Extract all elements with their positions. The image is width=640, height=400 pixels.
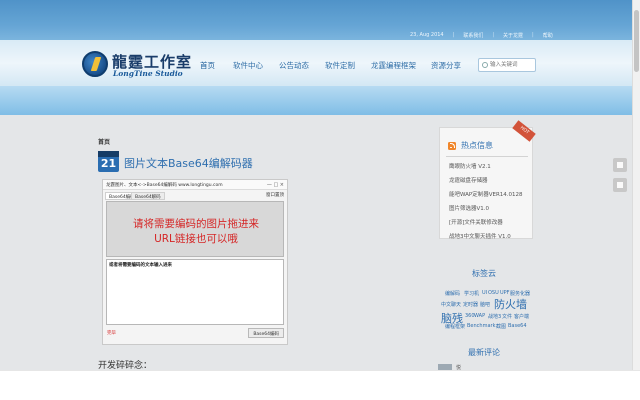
hot-item[interactable]: 龙霆磁盘存储器 (449, 176, 488, 184)
topbar-link-contact[interactable]: 联系我们 (463, 32, 483, 39)
tag-link[interactable]: 定时器 (463, 301, 478, 308)
logo-name-en: LongTine Studio (113, 69, 183, 78)
topbar-date: 23, Aug 2014 (410, 32, 444, 38)
search-icon[interactable] (482, 62, 488, 68)
search-input[interactable] (490, 60, 534, 70)
topbar-link-about[interactable]: 关于龙霆 (503, 32, 523, 39)
hot-ribbon-badge: HOT (512, 120, 536, 142)
tag-link[interactable]: Benchmark (467, 323, 495, 329)
search-box (478, 58, 536, 72)
nav-item-software-center[interactable]: 软件中心 (233, 60, 263, 71)
app-drop-text-line2: URL链接也可以哦 (154, 233, 238, 245)
hot-info-panel: HOT 热点信息 鹰眼防火墙 V2.1 龙霆磁盘存储器 能吧WAP定制器VER1… (439, 120, 536, 240)
nav-item-announcements[interactable]: 公告动态 (279, 60, 309, 71)
latest-comments-title: 最新评论 (468, 348, 500, 357)
nav-item-resources[interactable]: 资源分享 (431, 60, 461, 71)
post-date-day: 21 (100, 157, 117, 170)
tag-link[interactable]: 战地3 (488, 313, 501, 320)
scroll-to-bottom-button[interactable] (613, 178, 627, 192)
nav-item-framework[interactable]: 龙霆编程框架 (371, 60, 416, 71)
site-header: 23, Aug 2014 | 联系我们 | 关于龙霆 | 帮助 龍霆工作室 Lo… (0, 0, 632, 115)
app-drop-area: 请将需要编码的图片拖进来 URL链接也可以哦 (106, 201, 284, 257)
header-wave-decoration (0, 86, 632, 115)
page-scrollbar[interactable] (632, 0, 640, 370)
app-encode-button: Base64编码 (248, 328, 284, 338)
nav-item-custom-software[interactable]: 软件定制 (325, 60, 355, 71)
app-status-text: 完毕 (107, 331, 116, 336)
breadcrumb[interactable]: 首页 (98, 137, 110, 146)
app-tab-decode: Base64解码 (131, 192, 165, 200)
content-area: 首页 21 图片文本Base64编解码器 龙霆图片、文本<->Base64编解码… (0, 115, 632, 370)
tag-link[interactable]: 截图 (496, 323, 506, 330)
tag-link[interactable]: UI (482, 290, 487, 296)
app-output-textarea: 或者将需要编码的文本输入进来 (106, 259, 284, 325)
site-logo[interactable]: 龍霆工作室 LongTine Studio (82, 51, 212, 81)
post-date-badge: 21 (98, 151, 119, 172)
hot-item[interactable]: [开源]文件关联修改器 (449, 218, 503, 226)
browser-bottom-strip (0, 370, 640, 400)
tag-link[interactable]: 文件 (502, 313, 512, 320)
tag-link[interactable]: 编解码 (445, 290, 460, 297)
tag-link[interactable]: 学习机 (464, 290, 479, 297)
hot-info-title: 热点信息 (461, 141, 493, 150)
tag-link[interactable]: 脑吧 (480, 301, 490, 308)
tag-link[interactable]: WAP (474, 313, 485, 319)
tag-link[interactable]: Base64 (508, 323, 527, 329)
app-window-buttons: — □ × (266, 182, 284, 188)
section-dev-notes-title: 开发碎碎念： (98, 361, 153, 370)
topbar-separator: | (492, 32, 495, 38)
app-output-hint: 或者将需要编码的文本输入进来 (109, 263, 172, 268)
page-scrollbar-thumb[interactable] (634, 10, 639, 72)
topbar-separator: | (532, 32, 534, 38)
hot-item[interactable]: 能吧WAP定制器VER14.0128 (449, 190, 523, 198)
hot-item[interactable]: 战地3中文聊天插件 V1.0 (449, 232, 511, 240)
hot-item[interactable]: 图片筛选器V1.0 (449, 204, 489, 212)
app-window-title: 龙霆图片、文本<->Base64编解码 www.longtingu.com (106, 183, 223, 188)
topbar-separator: | (452, 32, 455, 38)
topbar-links: 23, Aug 2014 | 联系我们 | 关于龙霆 | 帮助 (410, 30, 553, 40)
topbar-link-help[interactable]: 帮助 (543, 32, 553, 39)
app-drop-text-line1: 请将需要编码的图片拖进来 (133, 218, 259, 230)
lightning-emblem-icon (82, 51, 108, 77)
tag-cloud-title: 标签云 (472, 269, 496, 278)
hot-info-divider (446, 156, 528, 157)
rss-icon (448, 142, 456, 150)
app-screenshot: 龙霆图片、文本<->Base64编解码 www.longtingu.com — … (102, 179, 288, 345)
nav-item-home[interactable]: 首页 (200, 60, 215, 71)
scroll-to-top-button[interactable] (613, 158, 627, 172)
app-titlebar: 龙霆图片、文本<->Base64编解码 www.longtingu.com — … (103, 180, 287, 190)
app-pin-checkbox: 窗口置顶 (266, 193, 284, 198)
tag-link[interactable]: 防火墙 (494, 296, 527, 312)
tag-link[interactable]: 中文聊天 (441, 301, 461, 308)
tag-link[interactable]: 客户端 (514, 313, 529, 320)
hot-item[interactable]: 鹰眼防火墙 V2.1 (449, 162, 491, 170)
browser-viewport: 23, Aug 2014 | 联系我们 | 关于龙霆 | 帮助 龍霆工作室 Lo… (0, 0, 632, 370)
tag-link[interactable]: 编程框架 (445, 323, 465, 330)
post-title[interactable]: 图片文本Base64编解码器 (124, 155, 253, 171)
